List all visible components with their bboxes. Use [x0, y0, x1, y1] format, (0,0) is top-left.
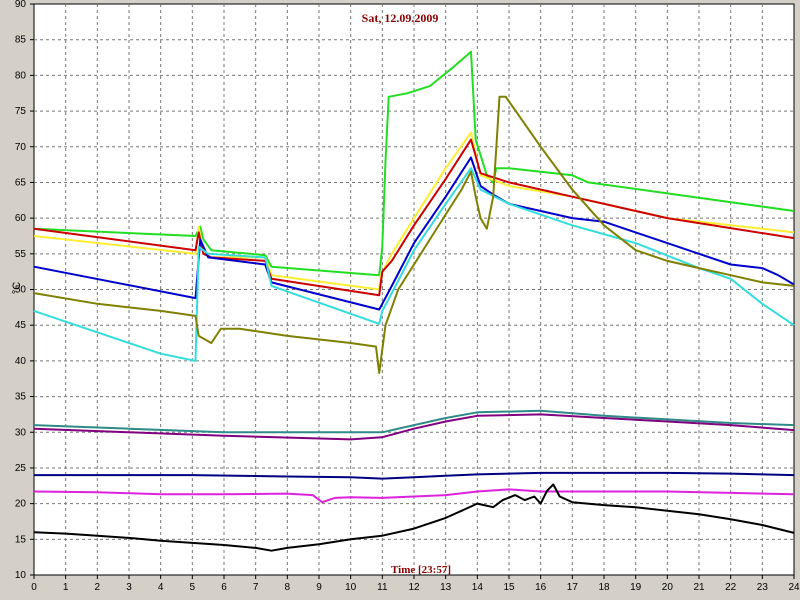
x-tick-label: 8 — [285, 582, 291, 593]
x-tick-label: 24 — [788, 582, 800, 593]
y-tick-label: 15 — [15, 534, 27, 545]
y-tick-label: 25 — [15, 463, 27, 474]
x-tick-label: 4 — [158, 582, 164, 593]
x-tick-labels: 0 1 2 3 4 5 6 7 8 9 10 11 12 13 14 15 16 17 18 19 20 21 22 23 24 — [31, 575, 800, 593]
y-tick-label: 30 — [15, 427, 27, 438]
y-tick-label: 75 — [15, 106, 27, 117]
x-tick-label: 9 — [316, 582, 322, 593]
chart-title: Sat, 12.09.2009 — [362, 11, 439, 25]
x-tick-label: 21 — [693, 582, 705, 593]
x-tick-label: 23 — [757, 582, 769, 593]
x-tick-label: 13 — [440, 582, 452, 593]
line-chart: 0 1 2 3 4 5 6 7 8 9 10 11 12 13 14 15 16 17 18 19 20 21 22 23 24… — [11, 0, 800, 593]
x-tick-label: 17 — [567, 582, 579, 593]
y-tick-label: 35 — [15, 392, 27, 403]
y-tick-label: 70 — [15, 142, 27, 153]
x-tick-label: 20 — [662, 582, 674, 593]
y-tick-label: 90 — [15, 0, 27, 10]
x-tick-label: 5 — [190, 582, 196, 593]
x-tick-label: 14 — [472, 582, 484, 593]
x-tick-label: 2 — [95, 582, 101, 593]
y-tick-label: 45 — [15, 320, 27, 331]
y-tick-label: 85 — [15, 35, 27, 46]
x-tick-label: 18 — [598, 582, 610, 593]
x-tick-label: 7 — [253, 582, 259, 593]
x-tick-label: 15 — [503, 582, 515, 593]
y-tick-label: 65 — [15, 177, 27, 188]
x-axis-label: Time [23:57] — [391, 564, 451, 576]
x-tick-label: 1 — [63, 582, 69, 593]
x-tick-label: 22 — [725, 582, 737, 593]
x-tick-label: 12 — [408, 582, 420, 593]
y-axis-label: °C — [11, 282, 23, 294]
y-tick-label: 60 — [15, 213, 27, 224]
x-tick-label: 19 — [630, 582, 642, 593]
y-tick-label: 40 — [15, 356, 27, 367]
y-tick-label: 20 — [15, 499, 27, 510]
x-tick-label: 0 — [31, 582, 37, 593]
y-tick-label: 10 — [15, 570, 27, 581]
x-tick-label: 10 — [345, 582, 357, 593]
y-tick-label: 80 — [15, 70, 27, 81]
x-tick-label: 16 — [535, 582, 547, 593]
x-tick-label: 3 — [126, 582, 132, 593]
x-tick-label: 6 — [221, 582, 227, 593]
x-tick-label: 11 — [377, 582, 388, 593]
y-tick-label: 55 — [15, 249, 27, 260]
